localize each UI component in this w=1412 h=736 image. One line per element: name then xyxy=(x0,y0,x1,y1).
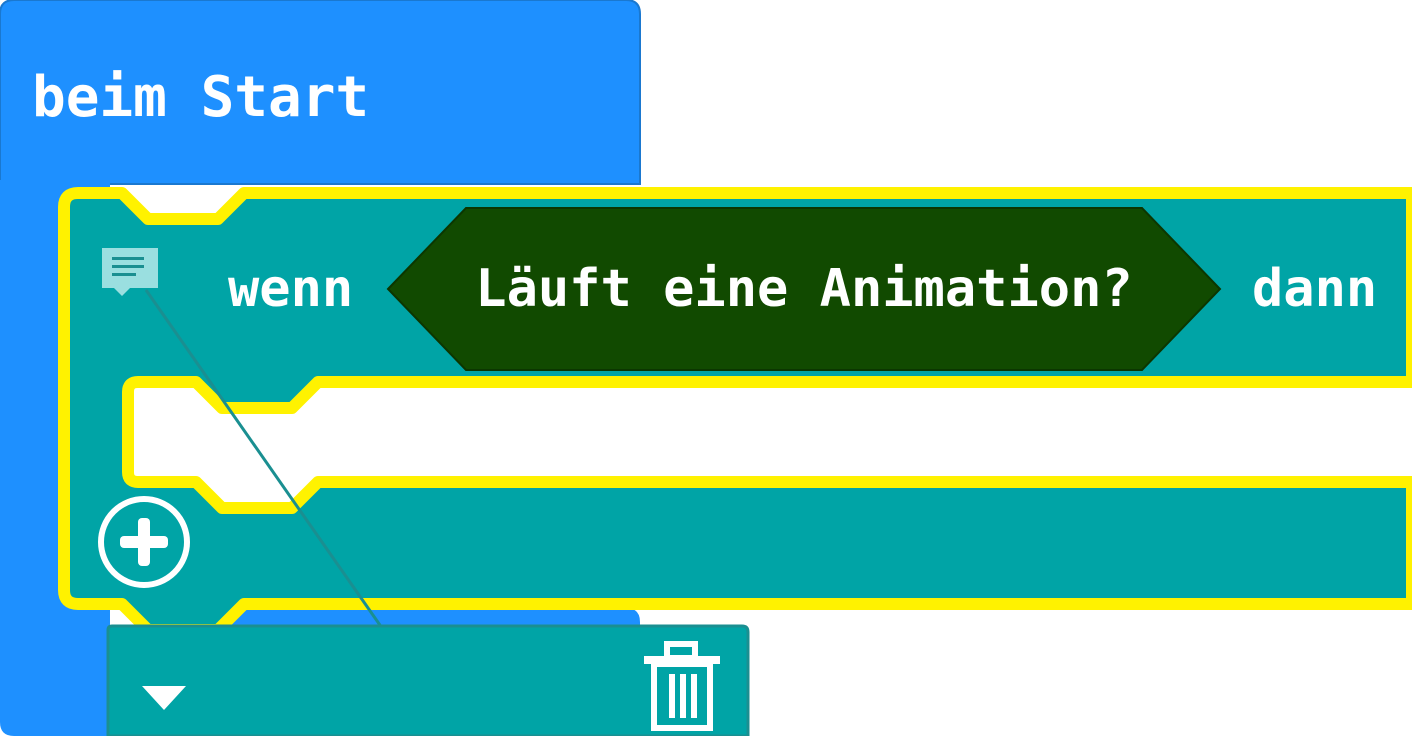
if-label: wenn xyxy=(228,259,353,319)
condition-block[interactable]: Läuft eine Animation? xyxy=(386,207,1222,371)
then-label: dann xyxy=(1252,259,1377,319)
on-start-label: beim Start xyxy=(32,65,369,130)
trash-icon[interactable] xyxy=(644,641,720,731)
comment-bubble[interactable] xyxy=(106,624,750,736)
condition-label: Läuft eine Animation? xyxy=(475,259,1132,319)
blocks-canvas[interactable]: beim Start wenn dann Läuft eine Animatio… xyxy=(0,0,1412,736)
blocks-workspace[interactable]: beim Start wenn dann Läuft eine Animatio… xyxy=(0,0,1412,736)
